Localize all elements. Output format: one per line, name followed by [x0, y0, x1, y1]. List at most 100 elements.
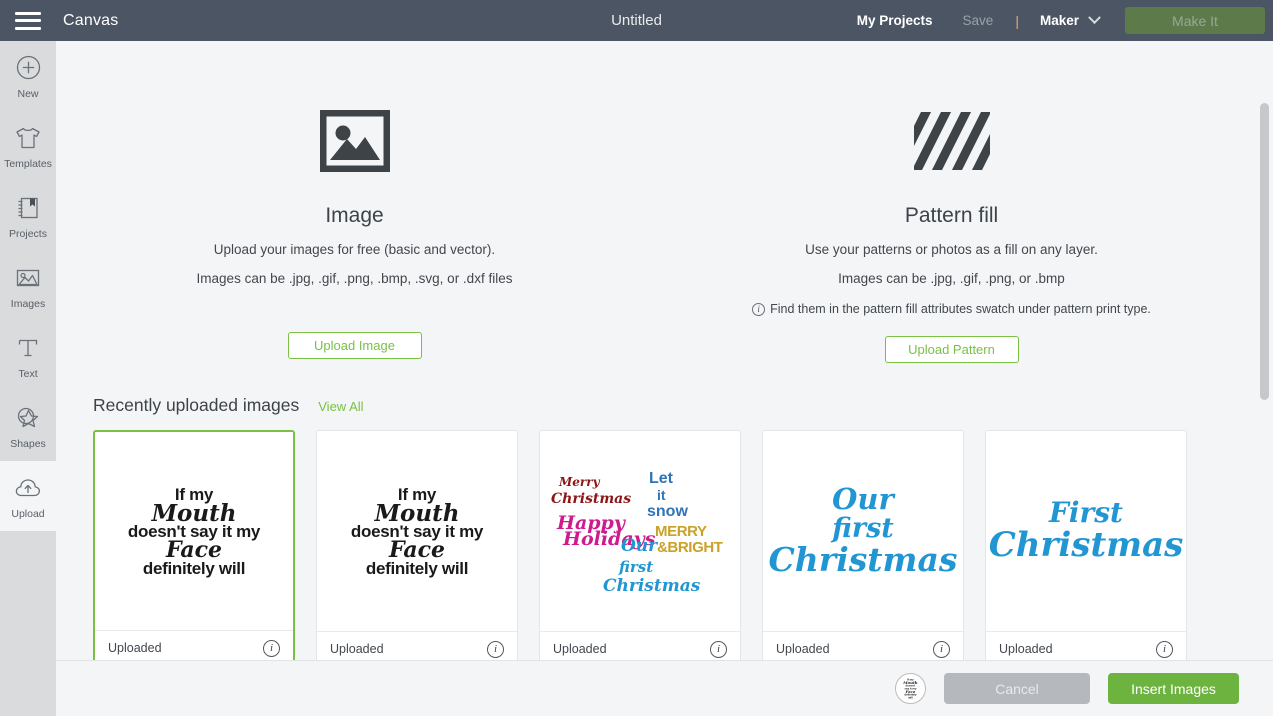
image-card-footer: Uploaded i — [540, 631, 740, 660]
cloud-upload-icon — [14, 473, 42, 503]
image-card-artwork: Merry Christmas Happy Holidays Let it sn… — [540, 431, 740, 631]
left-sidebar: New Templates Projects Images Text Shape… — [0, 41, 56, 716]
artwork-christmas-collage: Merry Christmas Happy Holidays Let it sn… — [545, 436, 735, 626]
art-line: Christmas — [768, 540, 958, 580]
recent-uploads-header: Recently uploaded images View All — [56, 363, 1273, 416]
image-card-3[interactable]: Merry Christmas Happy Holidays Let it sn… — [539, 430, 741, 660]
art-word: Christmas — [603, 576, 701, 596]
info-icon[interactable]: i — [1156, 640, 1173, 658]
recent-uploads-title: Recently uploaded images — [93, 395, 300, 415]
top-bar-actions: My Projects Save | Maker Make It — [857, 0, 1273, 41]
image-card-footer: Uploaded i — [986, 631, 1186, 660]
sidebar-label: Text — [18, 367, 38, 380]
diagonal-stripes-icon — [653, 106, 1250, 176]
image-card-footer: Uploaded i — [763, 631, 963, 660]
artwork-mouth-face-quote: If my Mouth doesn't say it my Face defin… — [128, 486, 260, 577]
art-word: Merry — [559, 475, 600, 489]
art-line: Face — [165, 536, 223, 563]
plus-circle-icon — [16, 53, 41, 83]
info-icon[interactable]: i — [933, 640, 950, 658]
art-word: Our — [621, 536, 658, 556]
sidebar-label: New — [17, 87, 39, 100]
selected-image-thumbnail[interactable]: If my Mouth doesn't say it my Face defin… — [895, 673, 926, 704]
chevron-down-icon[interactable] — [1088, 11, 1101, 25]
upload-image-title: Image — [325, 204, 384, 227]
art-word: it — [657, 487, 666, 503]
sidebar-label: Upload — [11, 507, 45, 520]
toolbar-divider: | — [1015, 12, 1019, 29]
make-it-button[interactable]: Make It — [1125, 7, 1265, 34]
artwork-first-christmas: First Christmas — [989, 498, 1184, 563]
art-word: MERRY — [655, 523, 707, 540]
save-button[interactable]: Save — [963, 13, 994, 28]
star-shape-icon — [15, 403, 41, 433]
sidebar-label: Templates — [4, 157, 52, 170]
sidebar-item-projects[interactable]: Projects — [0, 181, 56, 251]
sidebar-label: Images — [10, 297, 46, 310]
upload-pattern-note: i Find them in the pattern fill attribut… — [653, 302, 1250, 316]
tshirt-icon — [14, 123, 42, 153]
text-t-icon — [16, 333, 40, 363]
image-card-status: Uploaded — [776, 642, 830, 656]
image-card-5[interactable]: First Christmas Uploaded i — [985, 430, 1187, 660]
book-bookmark-icon — [15, 193, 41, 223]
upload-pattern-column: Pattern fill Use your patterns or photos… — [653, 106, 1250, 363]
picture-frame-icon — [56, 106, 653, 176]
art-line: definitely will — [142, 558, 246, 578]
upload-image-column: Image Upload your images for free (basic… — [56, 106, 653, 363]
upload-image-line1: Upload your images for free (basic and v… — [213, 242, 496, 257]
image-card-status: Uploaded — [553, 642, 607, 656]
sidebar-item-upload[interactable]: Upload — [0, 461, 56, 531]
art-word: &BRIGHT — [657, 539, 723, 556]
sidebar-label: Projects — [9, 227, 47, 240]
info-icon[interactable]: i — [263, 639, 280, 657]
art-line: Our — [832, 482, 894, 517]
upload-options-row: Image Upload your images for free (basic… — [56, 41, 1273, 363]
info-icon[interactable]: i — [487, 640, 504, 658]
sidebar-label: Shapes — [10, 437, 46, 450]
view-all-link[interactable]: View All — [318, 399, 363, 414]
photo-icon — [15, 263, 41, 293]
image-card-1[interactable]: If my Mouth doesn't say it my Face defin… — [93, 430, 295, 660]
art-word: first — [619, 558, 654, 576]
scrollbar-thumb[interactable] — [1260, 103, 1269, 400]
sidebar-item-templates[interactable]: Templates — [0, 111, 56, 181]
image-card-status: Uploaded — [999, 642, 1053, 656]
upload-image-button[interactable]: Upload Image — [287, 332, 422, 359]
upload-pattern-button[interactable]: Upload Pattern — [884, 336, 1019, 363]
info-icon[interactable]: i — [710, 640, 727, 658]
vertical-scrollbar[interactable] — [1259, 89, 1270, 660]
image-card-footer: Uploaded i — [95, 630, 293, 660]
artwork-mouth-face-quote: If my Mouth doesn't say it my Face defin… — [351, 486, 483, 577]
art-line: Christmas — [988, 524, 1184, 565]
art-word: Let — [649, 470, 673, 487]
sidebar-item-text[interactable]: Text — [0, 321, 56, 391]
art-line: first — [832, 512, 894, 544]
insert-images-button[interactable]: Insert Images — [1108, 673, 1239, 704]
thumbnail-artwork: If my Mouth doesn't say it my Face defin… — [903, 678, 917, 699]
hamburger-menu-icon[interactable] — [15, 11, 41, 30]
sidebar-item-new[interactable]: New — [0, 41, 56, 111]
image-card-2[interactable]: If my Mouth doesn't say it my Face defin… — [316, 430, 518, 660]
machine-selector[interactable]: Maker — [1040, 13, 1079, 28]
info-icon: i — [752, 302, 766, 316]
canvas-label[interactable]: Canvas — [63, 12, 118, 30]
upload-pattern-line2: Images can be .jpg, .gif, .png, or .bmp — [838, 271, 1065, 286]
cancel-button[interactable]: Cancel — [944, 673, 1090, 704]
art-line: definitely will — [904, 693, 917, 700]
design-space-app: Canvas Untitled My Projects Save | Maker… — [0, 0, 1273, 716]
sidebar-item-shapes[interactable]: Shapes — [0, 391, 56, 461]
image-card-artwork: If my Mouth doesn't say it my Face defin… — [95, 432, 293, 630]
image-card-4[interactable]: Our first Christmas Uploaded i — [762, 430, 964, 660]
art-word: Christmas — [551, 491, 632, 507]
upload-image-line2: Images can be .jpg, .gif, .png, .bmp, .s… — [196, 271, 513, 286]
art-line: definitely will — [365, 558, 469, 578]
image-card-artwork: If my Mouth doesn't say it my Face defin… — [317, 431, 517, 631]
upload-pattern-line1: Use your patterns or photos as a fill on… — [805, 242, 1098, 257]
upload-pattern-title: Pattern fill — [904, 204, 999, 227]
image-card-status: Uploaded — [108, 641, 162, 655]
upload-pattern-note-text: Find them in the pattern fill attributes… — [770, 302, 1151, 316]
top-bar: Canvas Untitled My Projects Save | Maker… — [0, 0, 1273, 41]
sidebar-item-images[interactable]: Images — [0, 251, 56, 321]
my-projects-button[interactable]: My Projects — [857, 13, 933, 28]
